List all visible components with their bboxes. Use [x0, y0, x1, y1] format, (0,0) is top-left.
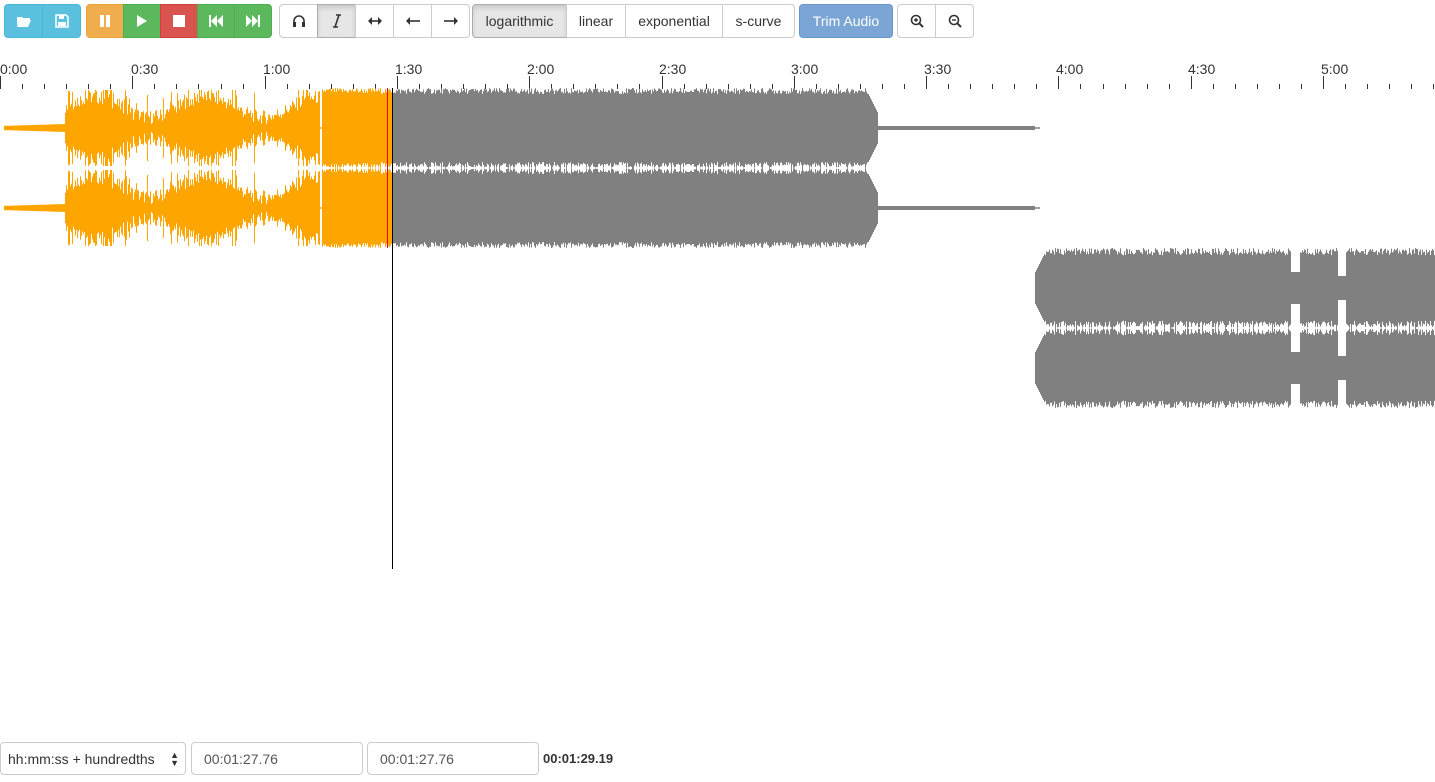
fade-out-state-button[interactable]	[431, 4, 470, 38]
fade-exponential-button[interactable]: exponential	[625, 4, 723, 38]
file-button-group	[4, 4, 81, 38]
time-format-value: hh:mm:ss + hundredths	[8, 750, 155, 767]
zoom-in-icon	[910, 14, 924, 28]
waveform-area[interactable]	[0, 86, 1435, 416]
zoom-out-icon	[948, 14, 962, 28]
headphones-icon	[292, 15, 305, 27]
pause-button[interactable]	[86, 4, 124, 38]
zoom-in-button[interactable]	[897, 4, 936, 38]
fade-in-state-button[interactable]	[393, 4, 432, 38]
skip-to-start-button[interactable]	[197, 4, 235, 38]
track2-ch1	[1035, 248, 1435, 328]
fade-linear-button[interactable]: linear	[566, 4, 626, 38]
zoom-out-button[interactable]	[935, 4, 974, 38]
fade-s-curve-button[interactable]: s-curve	[722, 4, 795, 38]
play-button[interactable]	[123, 4, 161, 38]
track1-ch1-played	[4, 90, 322, 166]
track1-ch2-unplayed	[392, 168, 1040, 248]
state-button-group	[279, 4, 470, 38]
listen-state-button[interactable]	[279, 4, 318, 38]
cursor-i-icon	[332, 14, 341, 28]
fade-type-group: logarithmic linear exponential s-curve	[472, 4, 795, 38]
pause-icon	[100, 15, 110, 27]
fast-forward-icon	[246, 15, 260, 27]
arrow-left-icon	[405, 17, 420, 25]
playback-button-group	[86, 4, 272, 38]
rewind-icon	[209, 15, 223, 27]
stop-button[interactable]	[160, 4, 198, 38]
skip-to-end-button[interactable]	[234, 4, 272, 38]
track1-ch2-played	[4, 170, 322, 246]
cursor-state-button[interactable]	[317, 4, 356, 38]
selection-start-input[interactable]: 00:01:27.76	[191, 742, 363, 775]
folder-open-icon	[16, 17, 31, 27]
track1-ch2-played-selection	[322, 168, 392, 248]
play-icon	[137, 15, 147, 27]
arrows-horizontal-icon	[367, 17, 382, 25]
track1-ch1-played-selection	[322, 88, 392, 168]
playback-cursor	[392, 88, 393, 569]
track2-ch2	[1035, 328, 1435, 408]
track1-ch1-unplayed	[392, 88, 1040, 168]
save-button[interactable]	[42, 4, 81, 38]
stop-icon	[173, 15, 185, 27]
trim-group: Trim Audio	[799, 4, 893, 38]
open-file-button[interactable]	[4, 4, 43, 38]
audio-position: 00:01:29.19	[543, 751, 614, 766]
trim-audio-button[interactable]: Trim Audio	[799, 4, 893, 38]
select-state-button[interactable]	[355, 4, 394, 38]
fade-logarithmic-button[interactable]: logarithmic	[472, 4, 567, 38]
select-arrows-icon: ▲ ▼	[170, 750, 179, 768]
selection-end-input[interactable]: 00:01:27.76	[367, 742, 539, 775]
zoom-button-group	[897, 4, 974, 38]
time-format-select[interactable]: hh:mm:ss + hundredths ▲ ▼	[0, 742, 186, 775]
save-icon	[54, 14, 69, 28]
arrow-right-icon	[443, 17, 458, 25]
